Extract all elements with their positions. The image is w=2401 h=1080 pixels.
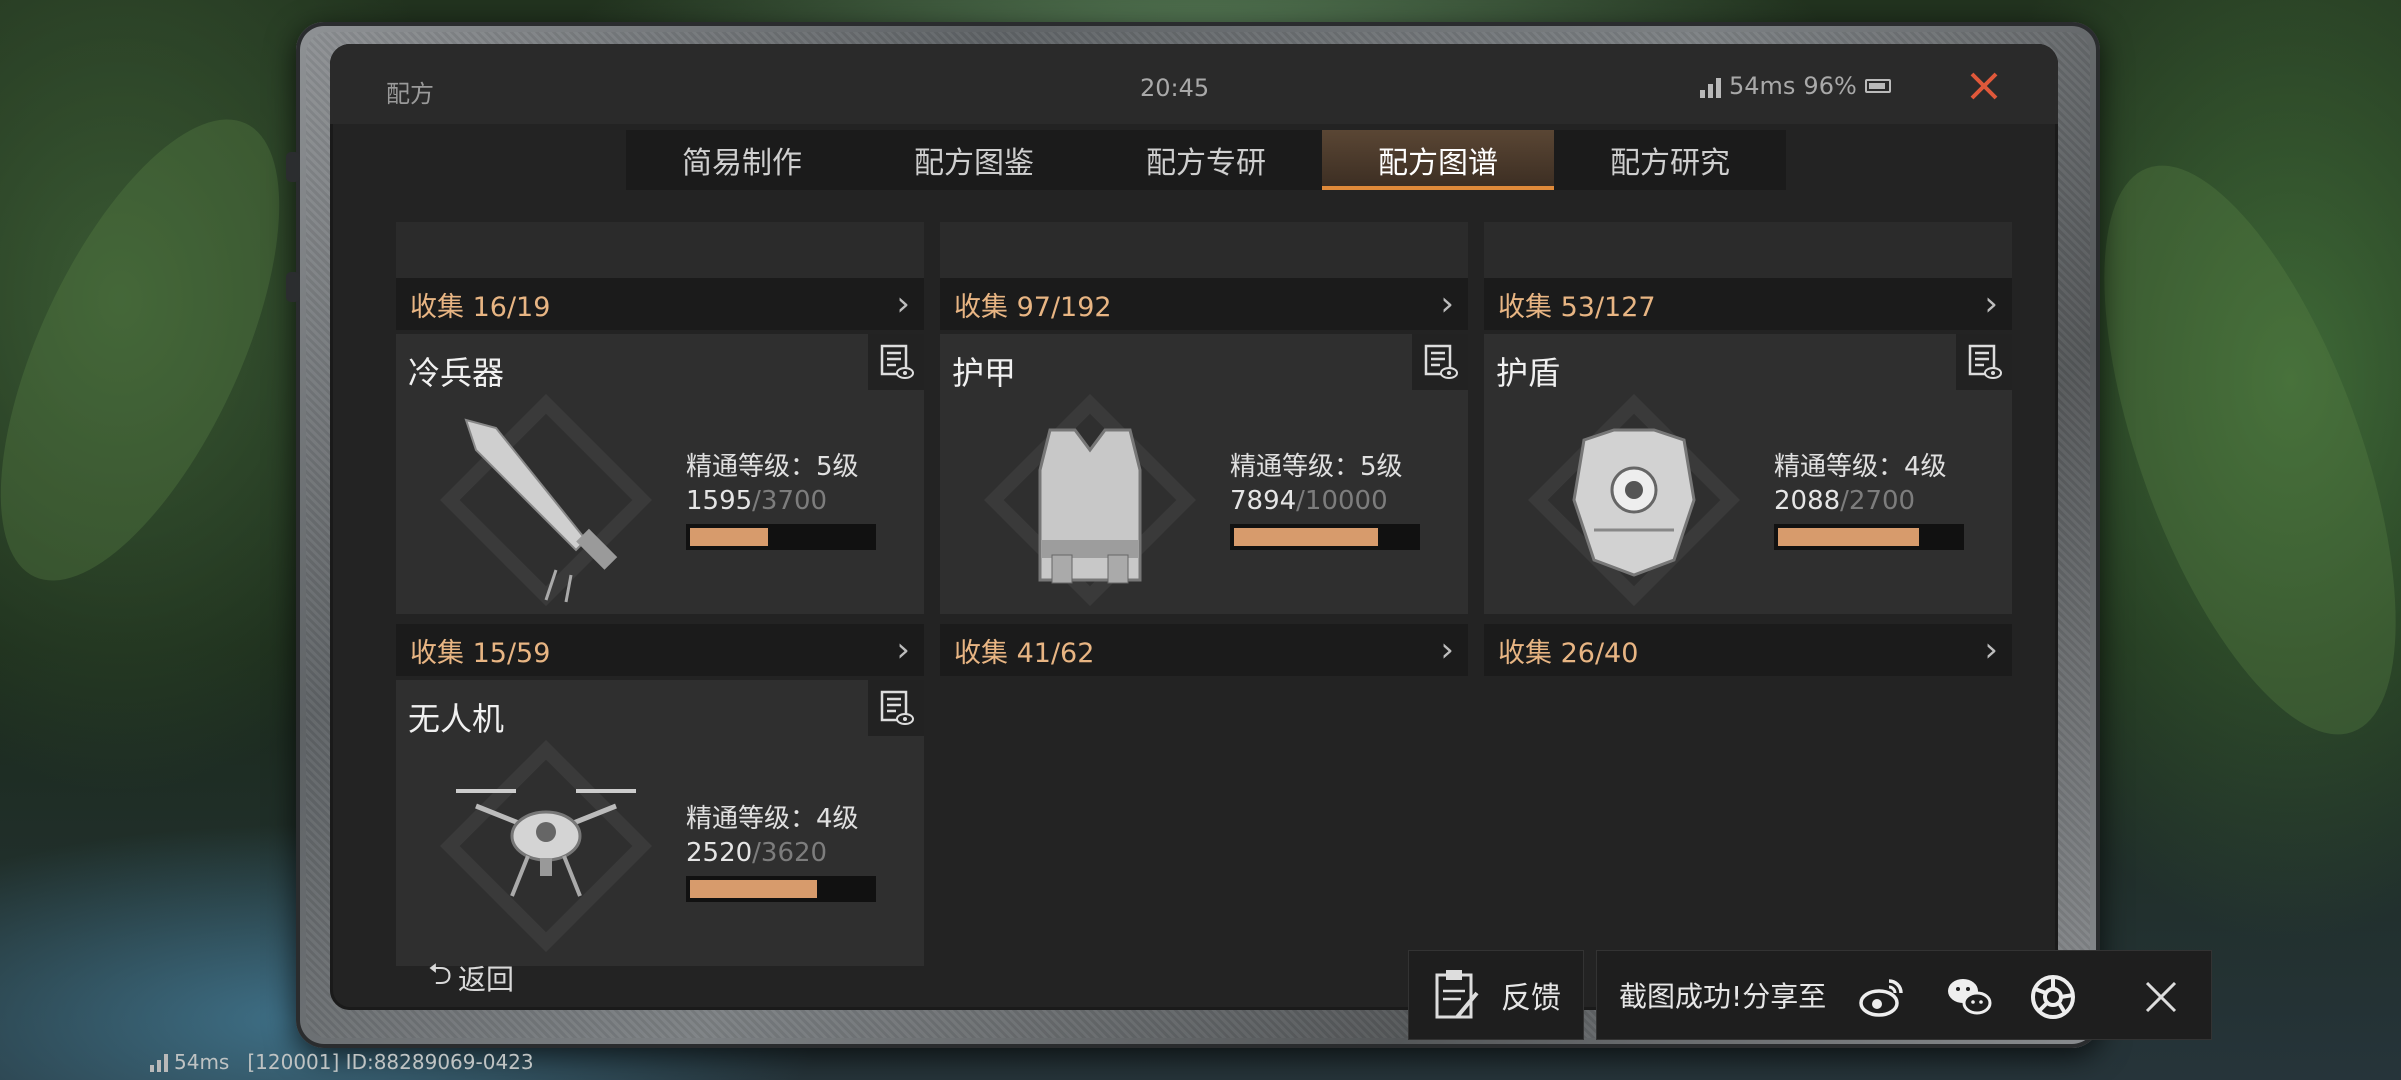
mastery-level: 精通等级：4级 — [1774, 452, 1947, 482]
progress-fill — [690, 880, 817, 898]
progress-text: 2520/3620 — [686, 838, 827, 868]
progress-fill — [1778, 528, 1919, 546]
progress-current: 7894 — [1230, 486, 1297, 516]
recipe-card-drone[interactable]: 无人机 精通等级：4级 2520/3620 — [396, 680, 924, 966]
progress-bar — [686, 876, 876, 902]
chevron-right-icon: › — [1984, 630, 1998, 670]
clock: 20:45 — [1140, 74, 1210, 102]
mastery-level: 精通等级：4级 — [686, 804, 859, 834]
progress-bar — [1774, 524, 1964, 550]
chevron-right-icon: › — [1984, 284, 1998, 324]
footer-id: [120001] ID:88289069-0423 — [247, 1050, 534, 1074]
shield-armor-icon — [1524, 390, 1744, 610]
card-name: 护甲 — [952, 354, 1017, 392]
collect-label: 收集 53/127 — [1498, 291, 1656, 323]
window-title: 配方 — [386, 80, 434, 108]
share-panel: 截图成功!分享至 — [1596, 950, 2212, 1040]
footer-latency: 54ms — [174, 1050, 230, 1074]
battery-icon — [1864, 79, 1891, 93]
back-button[interactable]: ⮌ 返回 — [428, 952, 514, 1003]
chevron-right-icon: › — [896, 284, 910, 324]
recipe-window: 配方 20:45 54ms 96% 简易制作 配方图鉴 配方专研 配方图谱 配方… — [330, 44, 2058, 1010]
card-name: 冷兵器 — [408, 354, 505, 392]
recipe-card-melee[interactable]: 冷兵器 精通等级：5级 1595/3700 — [396, 334, 924, 614]
signal-icon — [150, 1052, 168, 1072]
tab-label: 配方专研 — [1146, 146, 1266, 181]
tab-label: 简易制作 — [682, 146, 802, 181]
status-bar: 配方 20:45 54ms 96% — [330, 44, 2058, 124]
collect-label: 收集 16/19 — [410, 291, 551, 323]
tab-simple-craft[interactable]: 简易制作 — [626, 130, 858, 190]
progress-total: /3700 — [752, 486, 828, 516]
footer-status: 54ms [120001] ID:88289069-0423 — [150, 1050, 534, 1074]
battery-text: 96% — [1803, 72, 1857, 100]
latency-text: 54ms — [1729, 72, 1796, 100]
collect-label: 收集 26/40 — [1498, 637, 1639, 669]
collect-row[interactable]: 收集 53/127 › — [1484, 278, 2012, 330]
collect-row[interactable]: 收集 26/40 › — [1484, 624, 2012, 676]
network-status: 54ms 96% — [1700, 72, 1891, 100]
tab-recipe-research[interactable]: 配方研究 — [1554, 130, 1786, 190]
document-view-icon[interactable] — [1412, 334, 1468, 390]
mastery-level: 精通等级：5级 — [686, 452, 859, 482]
armor-vest-icon — [980, 390, 1200, 610]
close-share-icon[interactable] — [2137, 973, 2185, 1021]
tab-label: 配方图谱 — [1378, 146, 1498, 181]
tab-recipe-catalog[interactable]: 配方图鉴 — [858, 130, 1090, 190]
document-view-icon[interactable] — [1956, 334, 2012, 390]
wechat-icon[interactable] — [1945, 973, 1993, 1021]
progress-bar — [686, 524, 876, 550]
drone-icon — [436, 736, 656, 956]
share-label: 截图成功!分享至 — [1619, 980, 1827, 1013]
document-view-icon[interactable] — [868, 680, 924, 736]
tab-label: 配方研究 — [1610, 146, 1730, 181]
progress-current: 1595 — [686, 486, 753, 516]
tab-recipe-specialize[interactable]: 配方专研 — [1090, 130, 1322, 190]
collect-label: 收集 97/192 — [954, 291, 1112, 323]
moments-icon[interactable] — [2029, 973, 2077, 1021]
mastery-level: 精通等级：5级 — [1230, 452, 1403, 482]
collect-row[interactable]: 收集 15/59 › — [396, 624, 924, 676]
document-view-icon[interactable] — [868, 334, 924, 390]
close-icon[interactable] — [1960, 62, 2008, 110]
progress-text: 1595/3700 — [686, 486, 827, 516]
collect-row[interactable]: 收集 41/62 › — [940, 624, 1468, 676]
progress-text: 7894/10000 — [1230, 486, 1388, 516]
tab-label: 配方图鉴 — [914, 146, 1034, 181]
feedback-label: 反馈 — [1501, 981, 1561, 1016]
progress-text: 2088/2700 — [1774, 486, 1915, 516]
feedback-clipboard-icon — [1435, 970, 1479, 1019]
progress-bar — [1230, 524, 1420, 550]
chevron-right-icon: › — [896, 630, 910, 670]
progress-total: /10000 — [1296, 486, 1388, 516]
recipe-card-shield[interactable]: 护盾 精通等级：4级 2088/2700 — [1484, 334, 2012, 614]
recipe-card-armor[interactable]: 护甲 精通等级：5级 7894/10000 — [940, 334, 1468, 614]
card-name: 无人机 — [408, 700, 505, 738]
card-top-strip — [1484, 222, 2012, 278]
progress-fill — [1234, 528, 1378, 546]
progress-fill — [690, 528, 769, 546]
card-top-strip — [396, 222, 924, 278]
progress-total: /3620 — [752, 838, 828, 868]
card-name: 护盾 — [1496, 354, 1561, 392]
weibo-icon[interactable] — [1857, 973, 1905, 1021]
chevron-right-icon: › — [1440, 284, 1454, 324]
collect-label: 收集 41/62 — [954, 637, 1095, 669]
signal-icon — [1700, 74, 1721, 98]
return-arrow-icon: ⮌ — [428, 957, 453, 992]
progress-current: 2520 — [686, 838, 753, 868]
chevron-right-icon: › — [1440, 630, 1454, 670]
card-top-strip — [940, 222, 1468, 278]
progress-current: 2088 — [1774, 486, 1841, 516]
tab-bar: 简易制作 配方图鉴 配方专研 配方图谱 配方研究 — [626, 130, 1786, 190]
collect-row[interactable]: 收集 97/192 › — [940, 278, 1468, 330]
feedback-button[interactable]: 反馈 — [1408, 950, 1584, 1040]
collect-row[interactable]: 收集 16/19 › — [396, 278, 924, 330]
collect-label: 收集 15/59 — [410, 637, 551, 669]
back-label: 返回 — [458, 962, 515, 996]
progress-total: /2700 — [1840, 486, 1916, 516]
sword-icon — [436, 390, 656, 610]
tab-recipe-atlas[interactable]: 配方图谱 — [1322, 130, 1554, 190]
game-background: 配方 20:45 54ms 96% 简易制作 配方图鉴 配方专研 配方图谱 配方… — [0, 0, 2401, 1080]
